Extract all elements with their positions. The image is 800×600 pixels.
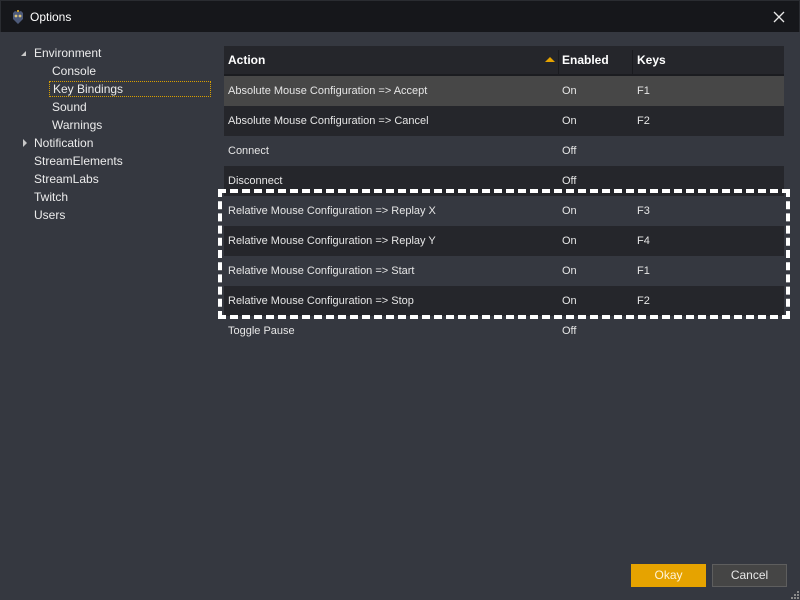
tree-item-label: Key Bindings bbox=[49, 81, 211, 97]
column-header-keys[interactable]: Keys bbox=[637, 46, 666, 74]
table-row[interactable]: Absolute Mouse Configuration => Cancel O… bbox=[224, 106, 784, 136]
table-row[interactable]: Connect Off bbox=[224, 136, 784, 166]
column-header-enabled[interactable]: Enabled bbox=[562, 46, 609, 74]
column-header-action[interactable]: Action bbox=[228, 46, 265, 74]
cell-keys: F3 bbox=[637, 205, 650, 217]
app-logo-icon bbox=[10, 9, 26, 25]
cell-enabled: On bbox=[562, 235, 577, 247]
tree-item-label: Sound bbox=[52, 100, 87, 114]
tree-item-twitch[interactable]: Twitch bbox=[31, 189, 71, 205]
tree-item-label: StreamLabs bbox=[34, 172, 99, 186]
cell-action: Relative Mouse Configuration => Replay Y bbox=[228, 235, 436, 247]
cell-action: Absolute Mouse Configuration => Accept bbox=[228, 85, 428, 97]
column-separator[interactable] bbox=[558, 50, 559, 74]
tree-item-label: Console bbox=[52, 64, 97, 78]
table-row[interactable]: Relative Mouse Configuration => Replay Y… bbox=[224, 226, 784, 256]
tree-item-label: Warnings bbox=[52, 118, 103, 132]
grid-header: Action Enabled Keys bbox=[224, 46, 784, 76]
tree-item-users[interactable]: Users bbox=[31, 207, 68, 223]
cell-enabled: Off bbox=[562, 325, 577, 337]
close-icon bbox=[773, 11, 785, 23]
cell-keys: F2 bbox=[637, 115, 650, 127]
tree-item-streamelements[interactable]: StreamElements bbox=[31, 153, 126, 169]
cell-keys: F1 bbox=[637, 85, 650, 97]
tree-item-label: StreamElements bbox=[34, 154, 123, 168]
cell-action: Connect bbox=[228, 145, 269, 157]
key-bindings-grid: Action Enabled Keys Absolute Mouse Confi… bbox=[224, 46, 784, 346]
table-row[interactable]: Absolute Mouse Configuration => Accept O… bbox=[224, 76, 784, 106]
resize-grip-icon[interactable] bbox=[789, 589, 799, 599]
cell-keys: F4 bbox=[637, 235, 650, 247]
cell-enabled: On bbox=[562, 265, 577, 277]
tree-item-key-bindings[interactable]: Key Bindings bbox=[49, 81, 211, 97]
title-bar: Options bbox=[0, 0, 800, 32]
tree-item-warnings[interactable]: Warnings bbox=[49, 117, 105, 133]
tree-item-environment[interactable]: Environment bbox=[20, 45, 104, 61]
tree-item-streamlabs[interactable]: StreamLabs bbox=[31, 171, 102, 187]
tree-item-label: Twitch bbox=[34, 190, 69, 204]
sort-ascending-icon bbox=[545, 57, 555, 62]
cell-enabled: Off bbox=[562, 175, 577, 187]
cell-keys: F2 bbox=[637, 295, 650, 307]
cell-enabled: On bbox=[562, 295, 577, 307]
table-row[interactable]: Relative Mouse Configuration => Start On… bbox=[224, 256, 784, 286]
cell-action: Relative Mouse Configuration => Stop bbox=[228, 295, 414, 307]
table-row[interactable]: Relative Mouse Configuration => Replay X… bbox=[224, 196, 784, 226]
cell-action: Disconnect bbox=[228, 175, 283, 187]
cell-action: Absolute Mouse Configuration => Cancel bbox=[228, 115, 429, 127]
cell-enabled: On bbox=[562, 85, 577, 97]
tree-item-label: Users bbox=[34, 208, 66, 222]
close-button[interactable] bbox=[769, 7, 789, 27]
cell-enabled: On bbox=[562, 205, 577, 217]
table-row[interactable]: Toggle Pause Off bbox=[224, 316, 784, 346]
cell-action: Relative Mouse Configuration => Replay X bbox=[228, 205, 436, 217]
expanded-triangle-icon[interactable] bbox=[20, 50, 28, 58]
tree-item-label: Environment bbox=[34, 46, 102, 60]
cell-enabled: On bbox=[562, 115, 577, 127]
cell-action: Relative Mouse Configuration => Start bbox=[228, 265, 415, 277]
table-row[interactable]: Relative Mouse Configuration => Stop On … bbox=[224, 286, 784, 316]
window-title: Options bbox=[30, 10, 72, 24]
okay-button[interactable]: Okay bbox=[631, 564, 706, 587]
column-separator[interactable] bbox=[632, 50, 633, 74]
cell-enabled: Off bbox=[562, 145, 577, 157]
tree-item-notification[interactable]: Notification bbox=[20, 135, 96, 151]
cell-keys: F1 bbox=[637, 265, 650, 277]
cell-action: Toggle Pause bbox=[228, 325, 295, 337]
collapsed-triangle-icon[interactable] bbox=[21, 139, 29, 147]
tree-item-console[interactable]: Console bbox=[49, 63, 99, 79]
tree-item-label: Notification bbox=[34, 136, 94, 150]
table-row[interactable]: Disconnect Off bbox=[224, 166, 784, 196]
cancel-button[interactable]: Cancel bbox=[712, 564, 787, 587]
tree-item-sound[interactable]: Sound bbox=[49, 99, 90, 115]
